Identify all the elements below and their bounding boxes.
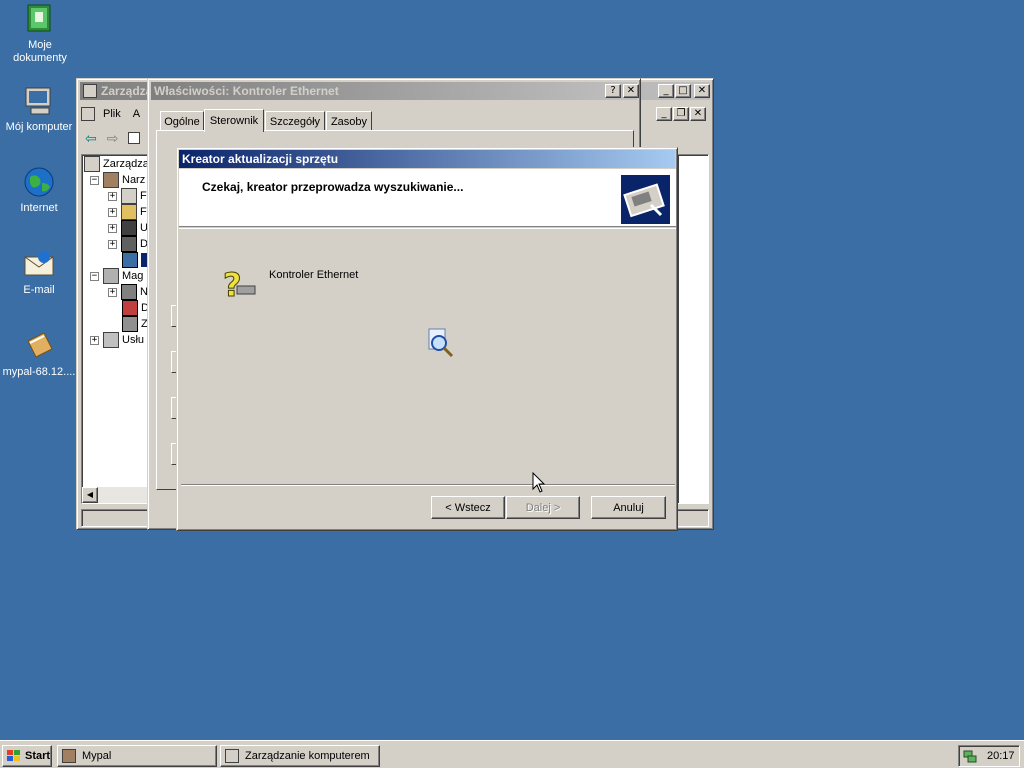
windows-logo-icon [6, 749, 22, 763]
desktop-icon-mypal[interactable]: mypal-68.12.... [1, 329, 77, 379]
internet-globe-icon [22, 165, 56, 199]
computer-management-icon [225, 749, 239, 763]
tab-driver[interactable]: Sterownik [204, 109, 264, 132]
desktop-icon-label: Mój komputer [5, 121, 73, 133]
tab-resources[interactable]: Zasoby [326, 111, 372, 131]
tree-horizontal-scrollbar[interactable]: ◀ [82, 487, 150, 503]
desktop-icon-my-documents[interactable]: Moje dokumenty [2, 2, 78, 65]
tree-item[interactable]: − Mag [90, 268, 143, 284]
mdi-minimize-button[interactable]: _ [656, 107, 672, 121]
tree-pane: Zarządza − Narz + F + F + U + D − Mag + … [81, 154, 151, 504]
tree-item[interactable]: + F [108, 188, 147, 204]
device-manager-icon [121, 236, 137, 252]
clock[interactable]: 20:17 [987, 750, 1015, 762]
tree-item[interactable]: − Narz [90, 172, 145, 188]
next-button[interactable]: Dalej > [506, 496, 580, 519]
menu-action[interactable]: A [133, 108, 140, 120]
desktop-icon-label: mypal-68.12.... [2, 366, 76, 378]
desktop-icon-label: Moje dokumenty [13, 39, 67, 64]
taskbar-item-mypal[interactable]: Mypal [57, 745, 217, 767]
wizard-header-text: Czekaj, kreator przeprowadza wyszukiwani… [202, 180, 464, 194]
users-icon [121, 220, 137, 236]
start-button[interactable]: Start [2, 745, 52, 767]
system-tray: 20:17 [958, 745, 1020, 767]
expand-toggle[interactable]: + [108, 207, 117, 217]
properties-titlebar[interactable]: Właściwości: Kontroler Ethernet [151, 82, 637, 100]
back-arrow-icon[interactable]: ⇦ [85, 130, 97, 147]
tree-item-selected[interactable] [122, 252, 147, 268]
computer-management-icon [83, 84, 97, 98]
network-device-icon [122, 252, 138, 268]
svg-text:?: ? [223, 266, 242, 302]
properties-title: Właściwości: Kontroler Ethernet [154, 84, 339, 98]
tree-item[interactable]: + D [108, 236, 148, 252]
my-computer-icon [22, 84, 56, 118]
expand-toggle[interactable]: + [108, 287, 117, 297]
tree-item[interactable]: Z [122, 316, 148, 332]
expand-toggle[interactable]: + [108, 191, 117, 201]
disk-management-icon [122, 316, 138, 332]
desktop-icon-label: Internet [20, 202, 58, 214]
system-info-icon [121, 204, 137, 220]
close-button[interactable]: ✕ [694, 84, 710, 98]
mypal-icon [62, 749, 76, 763]
hardware-wizard-icon [621, 175, 670, 224]
mouse-cursor [532, 471, 546, 494]
scroll-left-button[interactable]: ◀ [82, 487, 98, 503]
searching-magnifier-icon [425, 327, 457, 361]
tree-item[interactable]: + F [108, 204, 147, 220]
up-folder-icon[interactable] [128, 132, 141, 144]
menu-file[interactable]: Plik [103, 108, 121, 120]
tab-general[interactable]: Ogólne [160, 111, 204, 131]
tree-item[interactable]: Zarządza [84, 156, 149, 172]
wizard-title: Kreator aktualizacji sprzętu [182, 152, 339, 166]
wizard-header: Czekaj, kreator przeprowadza wyszukiwani… [179, 169, 676, 227]
my-documents-icon [23, 2, 57, 36]
expand-toggle[interactable]: + [90, 335, 99, 345]
help-button[interactable]: ? [605, 84, 621, 98]
wizard-titlebar[interactable]: Kreator aktualizacji sprzętu [179, 150, 675, 168]
computer-management-icon [84, 156, 100, 172]
tree-item[interactable]: + Usłu [90, 332, 144, 348]
expand-toggle[interactable]: + [108, 239, 117, 249]
close-button[interactable]: ✕ [623, 84, 639, 98]
event-viewer-icon [121, 188, 137, 204]
desktop-icon-email[interactable]: E-mail [1, 247, 77, 297]
mdi-restore-button[interactable]: ❐ [673, 107, 689, 121]
cancel-button[interactable]: Anuluj [591, 496, 666, 519]
header-separator [179, 228, 676, 229]
mypal-archive-icon [22, 329, 56, 363]
desktop-icon-internet[interactable]: Internet [1, 165, 77, 215]
tree-item[interactable]: D [122, 300, 149, 316]
mmc-system-menu-icon[interactable] [81, 107, 95, 121]
services-icon [103, 332, 119, 348]
question-device-icon: ? [221, 266, 257, 305]
tab-details[interactable]: Szczegóły [265, 111, 325, 131]
desktop-icon-my-computer[interactable]: Mój komputer [1, 84, 77, 134]
taskbar-item-computer-management[interactable]: Zarządzanie komputerem [220, 745, 380, 767]
footer-separator [181, 484, 675, 486]
device-name: Kontroler Ethernet [269, 269, 359, 281]
maximize-button[interactable]: □ [675, 84, 691, 98]
tree-item[interactable]: + U [108, 220, 148, 236]
minimize-button[interactable]: _ [658, 84, 674, 98]
storage-icon [103, 268, 119, 284]
back-button[interactable]: < Wstecz [431, 496, 505, 519]
forward-arrow-icon[interactable]: ⇨ [107, 130, 119, 147]
removable-storage-icon [121, 284, 137, 300]
mdi-close-button[interactable]: ✕ [690, 107, 706, 121]
collapse-toggle[interactable]: − [90, 175, 99, 185]
disk-defrag-icon [122, 300, 138, 316]
system-tools-icon [103, 172, 119, 188]
email-icon [22, 247, 56, 281]
tree-item[interactable]: + N [108, 284, 148, 300]
network-tray-icon[interactable] [963, 749, 977, 763]
taskbar: Start Mypal Zarządzanie komputerem 20:17 [0, 740, 1024, 768]
hardware-update-wizard: Kreator aktualizacji sprzętu Czekaj, kre… [176, 147, 678, 531]
mmc-title: Zarządza [101, 84, 153, 98]
expand-toggle[interactable]: + [108, 223, 117, 233]
desktop-icon-label: E-mail [23, 284, 55, 296]
collapse-toggle[interactable]: − [90, 271, 99, 281]
details-pane [677, 154, 709, 504]
